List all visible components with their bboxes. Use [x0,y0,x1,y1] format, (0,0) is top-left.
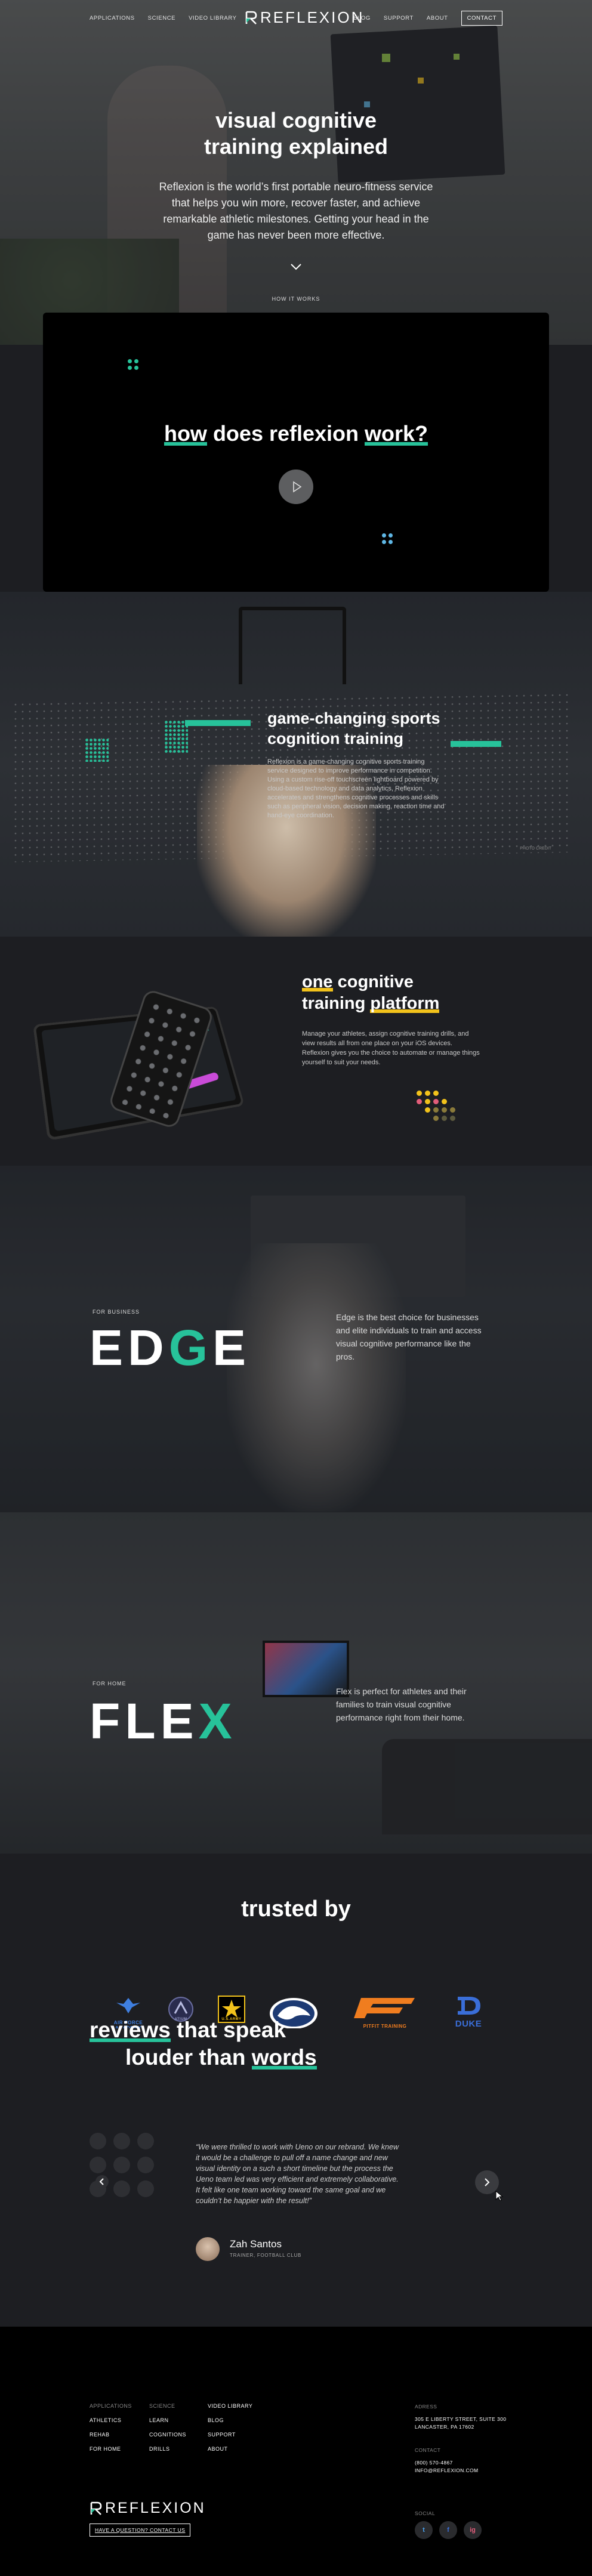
play-button[interactable] [279,470,313,504]
previous-review-button[interactable] [95,2175,109,2188]
game-description: Reflexion is a game-changing cognitive s… [267,758,445,819]
twitter-icon[interactable]: t [415,2521,433,2539]
edge-section: FOR BUSINESS EDGE Edge is the best choic… [0,1166,592,1512]
footer-link[interactable]: SCIENCE [149,2403,186,2409]
logo-text: REFLEXION [260,8,365,26]
pitfit-training-logo: PITFIT TRAINING [343,1996,427,2029]
footer-logo[interactable]: REFLEXION [90,2500,206,2517]
pitfit-icon [354,1998,415,2018]
social-label: SOCIAL [415,2510,436,2516]
chevron-left-icon [99,2178,104,2185]
hero-title: visual cognitive training explained [204,108,388,159]
review-quote: “We were thrilled to work with Ueno on o… [196,2143,399,2205]
reflexion-logo-icon [245,11,257,24]
trusted-title: trusted by [241,1897,351,1922]
colored-dots-decoration-icon [417,1091,470,1144]
flex-wordmark: FLEX [90,1693,237,1749]
chevron-down-icon[interactable] [290,262,302,271]
hero-description: Reflexion is the world’s first portable … [159,181,433,241]
facebook-icon[interactable]: f [439,2521,457,2539]
footer: APPLICATIONS ATHLETICS REHAB FOR HOME SC… [0,2327,592,2576]
nav-left: APPLICATIONS SCIENCE VIDEO LIBRARY [90,15,237,21]
footer-link[interactable]: LEARN [149,2417,186,2423]
instagram-icon[interactable]: ig [464,2521,482,2539]
photo-credit: PHOTO CREDIT [520,847,551,851]
dots-decoration-icon [128,359,140,371]
footer-column-science: SCIENCE LEARN COGNITIONS DRILLS [149,2403,186,2460]
footer-link[interactable]: VIDEO LIBRARY [208,2403,252,2409]
reviewer-avatar [196,2237,220,2261]
video-player[interactable]: how does reflexion work? [43,313,549,592]
reviewer-role: TRAINER, FOOTBALL CLUB [230,2253,302,2258]
nav-science[interactable]: SCIENCE [148,15,175,21]
footer-email[interactable]: INFO@REFLEXION.COM [415,2467,506,2475]
nav-support[interactable]: SUPPORT [384,15,414,21]
platform-section: one cognitive training platform Manage y… [0,937,592,1166]
top-nav: APPLICATIONS SCIENCE VIDEO LIBRARY REFLE… [0,0,592,36]
footer-link[interactable]: APPLICATIONS [90,2403,132,2409]
trusted-section: trusted by AIR FORCE ACADEMY ATIUM U.S.A… [0,1854,592,2031]
for-business-tag: FOR BUSINESS [92,1309,140,1315]
mouse-cursor-icon [495,2191,504,2201]
reviewer-name: Zah Santos [230,2238,282,2250]
duke-logo: DUKE [448,1996,489,2029]
footer-column-applications: APPLICATIONS ATHLETICS REHAB FOR HOME [90,2403,132,2460]
footer-address: ADRESS 305 E LIBERTY STREET, SUITE 300 L… [415,2404,507,2475]
game-changing-section: game-changing sports cognition training … [0,592,592,937]
video-title: how does reflexion work? [164,421,428,446]
footer-link[interactable]: ATHLETICS [90,2417,132,2423]
dots-decoration-icon [90,2133,161,2204]
nav-right: BLOG SUPPORT ABOUT CONTACT [353,11,502,26]
reviews-section: reviews that speak louder than words “We… [0,2018,592,2327]
footer-column-video: VIDEO LIBRARY BLOG SUPPORT ABOUT [208,2403,252,2460]
how-it-works-link[interactable]: HOW IT WORKS [0,296,592,302]
hero-section: visual cognitive training explained Refl… [0,0,592,345]
footer-link[interactable]: DRILLS [149,2446,186,2452]
nav-video-library[interactable]: VIDEO LIBRARY [189,15,236,21]
lightboard-frame [239,607,346,684]
footer-link[interactable]: ABOUT [208,2446,252,2452]
lights-cluster [85,738,109,762]
footer-phone[interactable]: (800) 570-4867 [415,2459,506,2467]
game-title: game-changing sports cognition training [267,709,440,748]
footer-link[interactable]: BLOG [208,2417,252,2423]
duke-d-icon [458,1997,480,2015]
video-section: how does reflexion work? [0,313,592,592]
footer-link[interactable]: COGNITIONS [149,2432,186,2438]
flex-description: Flex is perfect for athletes and their f… [336,1687,467,1722]
logo[interactable]: REFLEXION [245,8,364,27]
edge-description: Edge is the best choice for businesses a… [336,1312,482,1361]
nav-applications[interactable]: APPLICATIONS [90,15,135,21]
footer-link[interactable]: FOR HOME [90,2446,132,2452]
flex-section: FOR HOME FLEX Flex is perfect for athlet… [0,1512,592,1854]
platform-description: Manage your athletes, assign cognitive t… [302,1030,480,1066]
nav-contact-button[interactable]: CONTACT [461,11,502,26]
air-force-icon [116,1998,140,2013]
edge-wordmark: EDGE [90,1320,251,1376]
for-home-tag: FOR HOME [92,1681,127,1687]
footer-link[interactable]: SUPPORT [208,2432,252,2438]
play-icon [293,481,302,493]
lights-cluster [164,720,188,753]
contact-us-button[interactable]: HAVE A QUESTION? CONTACT US [90,2524,191,2537]
footer-link[interactable]: REHAB [90,2432,132,2438]
reflexion-logo-icon [90,2501,102,2515]
nav-about[interactable]: ABOUT [427,15,448,21]
nav-blog[interactable]: BLOG [353,15,371,21]
platform-title: one cognitive training platform [302,972,440,1013]
reviews-title: reviews that speak louder than words [90,2018,317,2070]
dots-decoration-icon [382,533,394,545]
